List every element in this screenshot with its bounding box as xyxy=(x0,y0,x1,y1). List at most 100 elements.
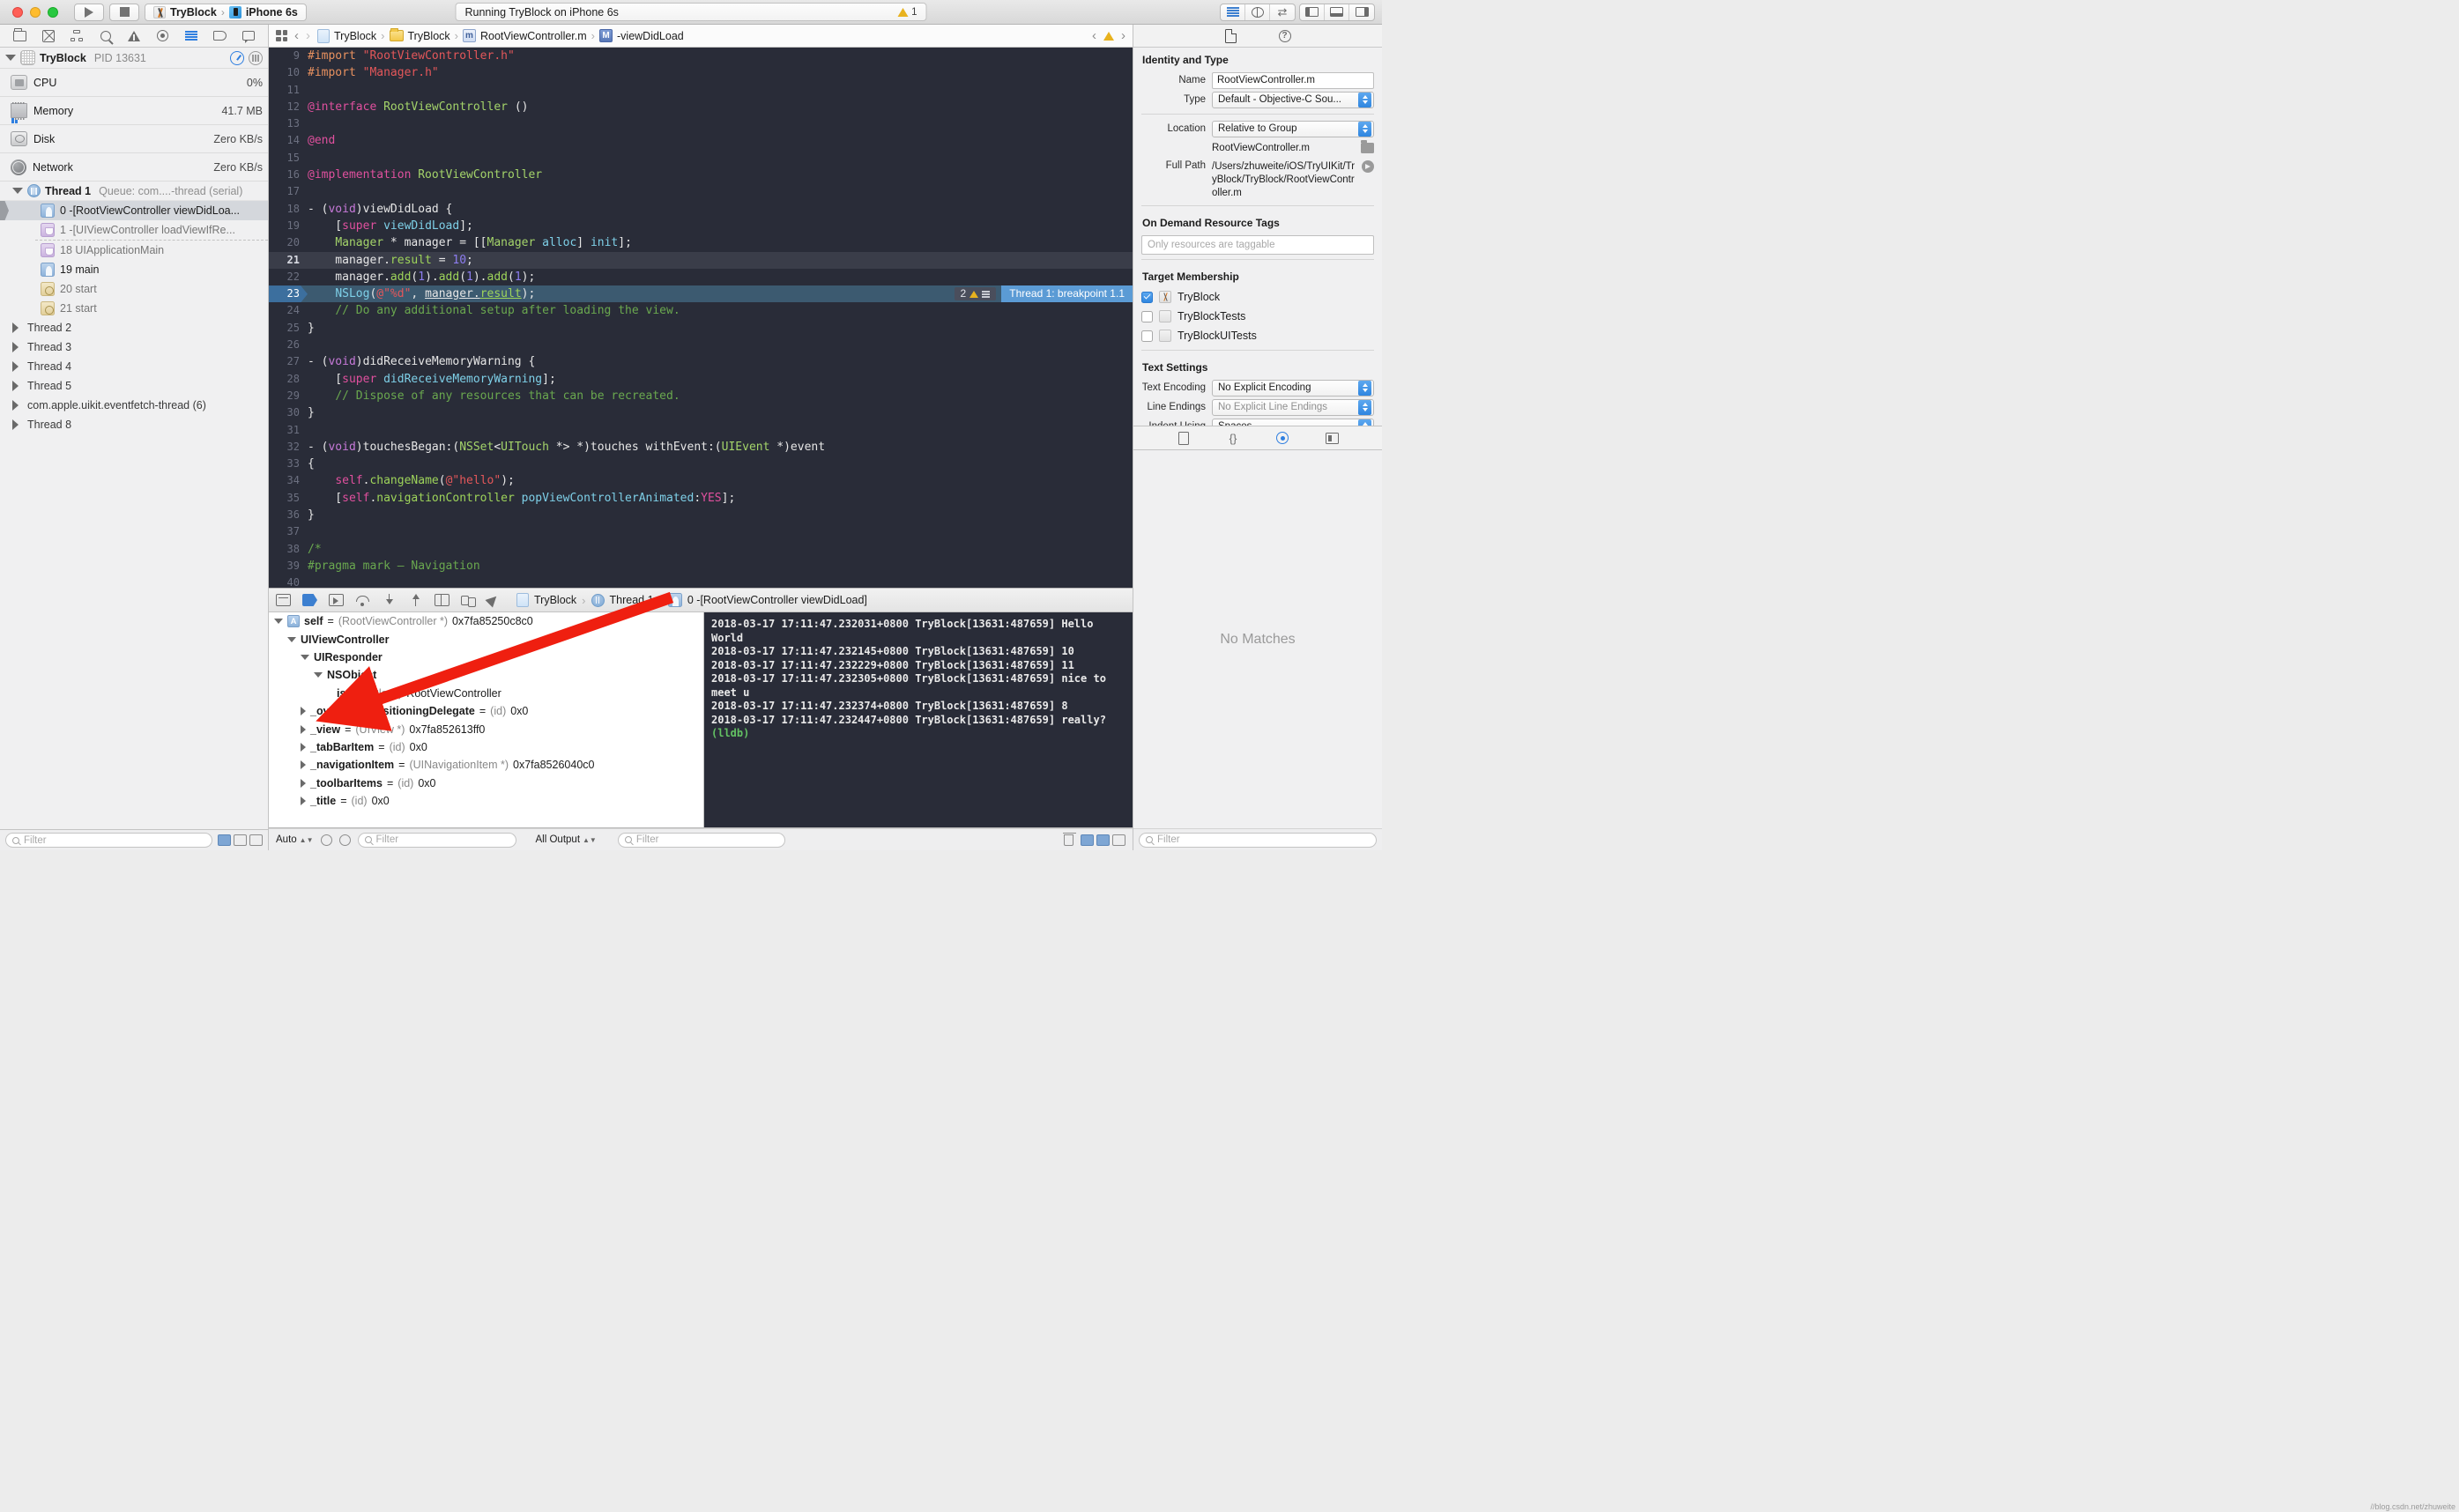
breadcrumb-item-project[interactable]: TryBlock xyxy=(334,30,376,42)
filter-scope-button-2[interactable] xyxy=(234,834,247,846)
code-line[interactable]: 29 // Dispose of any resources that can … xyxy=(269,388,1133,404)
toggle-debug-area-button[interactable] xyxy=(1325,4,1349,20)
name-field[interactable]: RootViewController.m xyxy=(1212,71,1374,89)
toggle-utilities-button[interactable] xyxy=(1349,4,1374,20)
code-line[interactable]: 10 #import "Manager.h" xyxy=(269,64,1133,81)
code-line[interactable]: 38 /* xyxy=(269,541,1133,558)
disclosure-triangle-icon[interactable] xyxy=(274,619,283,625)
code-line[interactable]: 28 [super didReceiveMemoryWarning]; xyxy=(269,371,1133,388)
scheme-selector[interactable]: TryBlock › iPhone 6s xyxy=(145,3,307,21)
file-inspector-tab[interactable] xyxy=(1224,28,1237,43)
code-line[interactable]: 33 { xyxy=(269,456,1133,472)
disclosure-triangle-icon[interactable] xyxy=(5,55,16,61)
variable-row[interactable]: _toolbarItems = (id) 0x0 xyxy=(269,775,703,792)
disclosure-triangle-icon[interactable] xyxy=(12,381,19,391)
disclosure-triangle-icon[interactable] xyxy=(12,361,19,372)
line-endings-popup[interactable]: No Explicit Line Endings xyxy=(1212,398,1374,416)
project-navigator-tab[interactable] xyxy=(11,27,28,44)
console-output-selector[interactable]: All Output ▲▼ xyxy=(536,834,597,845)
previous-issue-button[interactable]: ‹ xyxy=(1092,29,1096,42)
disclosure-triangle-icon[interactable] xyxy=(301,797,306,806)
find-navigator-tab[interactable] xyxy=(97,28,115,44)
variable-row[interactable]: isa = (Class) RootViewController xyxy=(269,685,703,702)
deactivate-breakpoints-icon[interactable] xyxy=(302,594,317,606)
breakpoint-navigator-tab[interactable] xyxy=(211,28,228,44)
debug-crumb-thread[interactable]: Thread 1 xyxy=(610,594,654,606)
process-row[interactable]: TryBlock PID 13631 xyxy=(0,48,268,69)
variables-scope-selector[interactable]: Auto ▲▼ xyxy=(276,834,314,845)
code-line[interactable]: 13 xyxy=(269,115,1133,132)
maximize-window-button[interactable] xyxy=(48,6,58,18)
threads-view-button[interactable] xyxy=(249,50,263,65)
step-out-icon[interactable] xyxy=(408,594,423,606)
variable-row[interactable]: NSObject xyxy=(269,666,703,684)
code-line[interactable]: 31 xyxy=(269,422,1133,439)
related-items-icon[interactable] xyxy=(276,30,287,41)
stack-frame-row[interactable]: 20 start xyxy=(0,279,268,299)
variable-row[interactable]: UIResponder xyxy=(269,649,703,666)
disclosure-triangle-icon[interactable] xyxy=(301,654,309,660)
debug-view-hierarchy-icon[interactable] xyxy=(435,594,449,606)
stack-frame-row[interactable]: 18 UIApplicationMain xyxy=(0,241,268,260)
target-checkbox[interactable] xyxy=(1141,291,1153,303)
console-view[interactable]: 2018-03-17 17:11:47.232031+0800 TryBlock… xyxy=(704,612,1133,827)
file-template-library-tab[interactable] xyxy=(1176,431,1192,445)
variable-row[interactable]: _title = (id) 0x0 xyxy=(269,792,703,810)
breakpoint-annotation[interactable]: 2 Thread 1: breakpoint 1.1 xyxy=(954,285,1133,303)
code-line[interactable]: 34 self.changeName(@"hello"); xyxy=(269,472,1133,489)
filter-scope-button-1[interactable] xyxy=(218,834,231,846)
code-line[interactable]: 32 - (void)touchesBegan:(NSSet<UITouch *>… xyxy=(269,439,1133,456)
disclosure-triangle-icon[interactable] xyxy=(301,707,306,716)
status-warning-badge[interactable]: 1 xyxy=(897,7,917,18)
code-line[interactable]: 15 xyxy=(269,150,1133,167)
variable-row[interactable]: _view = (UIView *) 0x7fa852613ff0 xyxy=(269,720,703,737)
console-filter-input[interactable]: Filter xyxy=(617,832,785,848)
disclosure-triangle-icon[interactable] xyxy=(12,188,23,194)
code-line[interactable]: 25} xyxy=(269,320,1133,337)
variable-row[interactable]: UIViewController xyxy=(269,630,703,648)
debug-memory-graph-icon[interactable] xyxy=(461,594,476,607)
disclosure-triangle-icon[interactable] xyxy=(301,724,306,734)
indent-popup[interactable]: Spaces xyxy=(1212,418,1374,426)
breadcrumb-item-group[interactable]: TryBlock xyxy=(408,30,450,42)
minimize-window-button[interactable] xyxy=(30,6,41,18)
code-line[interactable]: 18 - (void)viewDidLoad { xyxy=(269,201,1133,218)
thread-row[interactable]: Thread 8 xyxy=(0,415,268,434)
code-line[interactable]: 21 manager.result = 10; xyxy=(269,251,1133,269)
thread-row[interactable]: com.apple.uikit.eventfetch-thread (6) xyxy=(0,396,268,415)
type-popup[interactable]: Default - Objective-C Sou... xyxy=(1212,91,1374,108)
stack-frame-row[interactable]: 1 -[UIViewController loadViewIfRe... xyxy=(0,220,268,240)
report-navigator-tab[interactable] xyxy=(240,28,257,44)
variables-view[interactable]: Aself = (RootViewController *) 0x7fa85250c8… xyxy=(269,612,704,827)
code-line[interactable]: 12 @interface RootViewController () xyxy=(269,99,1133,115)
code-snippet-library-tab[interactable]: {} xyxy=(1225,431,1241,445)
variable-row[interactable]: Aself = (RootViewController *) 0x7fa85250c8… xyxy=(269,612,703,630)
debug-crumb-frame[interactable]: 0 -[RootViewController viewDidLoad] xyxy=(687,594,867,606)
quick-help-inspector-tab[interactable]: ? xyxy=(1278,29,1291,42)
issue-navigator-tab[interactable] xyxy=(125,28,143,44)
test-navigator-tab[interactable] xyxy=(153,28,171,44)
stack-frame-row[interactable]: 21 start xyxy=(0,299,268,318)
warning-triangle-icon[interactable] xyxy=(1103,31,1114,41)
disclosure-triangle-icon[interactable] xyxy=(12,342,19,352)
code-line[interactable]: 22 manager.add(1).add(1).add(1); xyxy=(269,269,1133,285)
variables-info-icon[interactable] xyxy=(338,834,351,846)
code-line[interactable]: 27 - (void)didReceiveMemoryWarning { xyxy=(269,353,1133,370)
target-checkbox[interactable] xyxy=(1141,330,1153,342)
code-line[interactable]: 35 [self.navigationController popViewCon… xyxy=(269,490,1133,507)
disclosure-triangle-icon[interactable] xyxy=(301,778,306,788)
gauge-row-memory[interactable]: Memory 41.7 MB xyxy=(0,97,268,125)
code-line[interactable]: 24 // Do any additional setup after load… xyxy=(269,302,1133,319)
step-over-icon[interactable] xyxy=(355,594,370,606)
media-library-tab[interactable] xyxy=(1324,431,1340,445)
code-line[interactable]: 39 #pragma mark — Navigation xyxy=(269,558,1133,574)
code-line[interactable]: 16 @implementation RootViewController xyxy=(269,167,1133,183)
code-line[interactable]: 19 [super viewDidLoad]; xyxy=(269,218,1133,234)
target-row[interactable]: TryBlockUITests xyxy=(1133,326,1382,345)
library-filter-input[interactable]: Filter xyxy=(1139,832,1377,848)
stack-frame-row[interactable]: 0 -[RootViewController viewDidLoa... xyxy=(0,201,268,220)
disclosure-triangle-icon[interactable] xyxy=(287,636,296,642)
run-button[interactable] xyxy=(74,3,104,21)
resource-tags-field[interactable]: Only resources are taggable xyxy=(1141,235,1374,255)
disclosure-triangle-icon[interactable] xyxy=(301,742,306,752)
